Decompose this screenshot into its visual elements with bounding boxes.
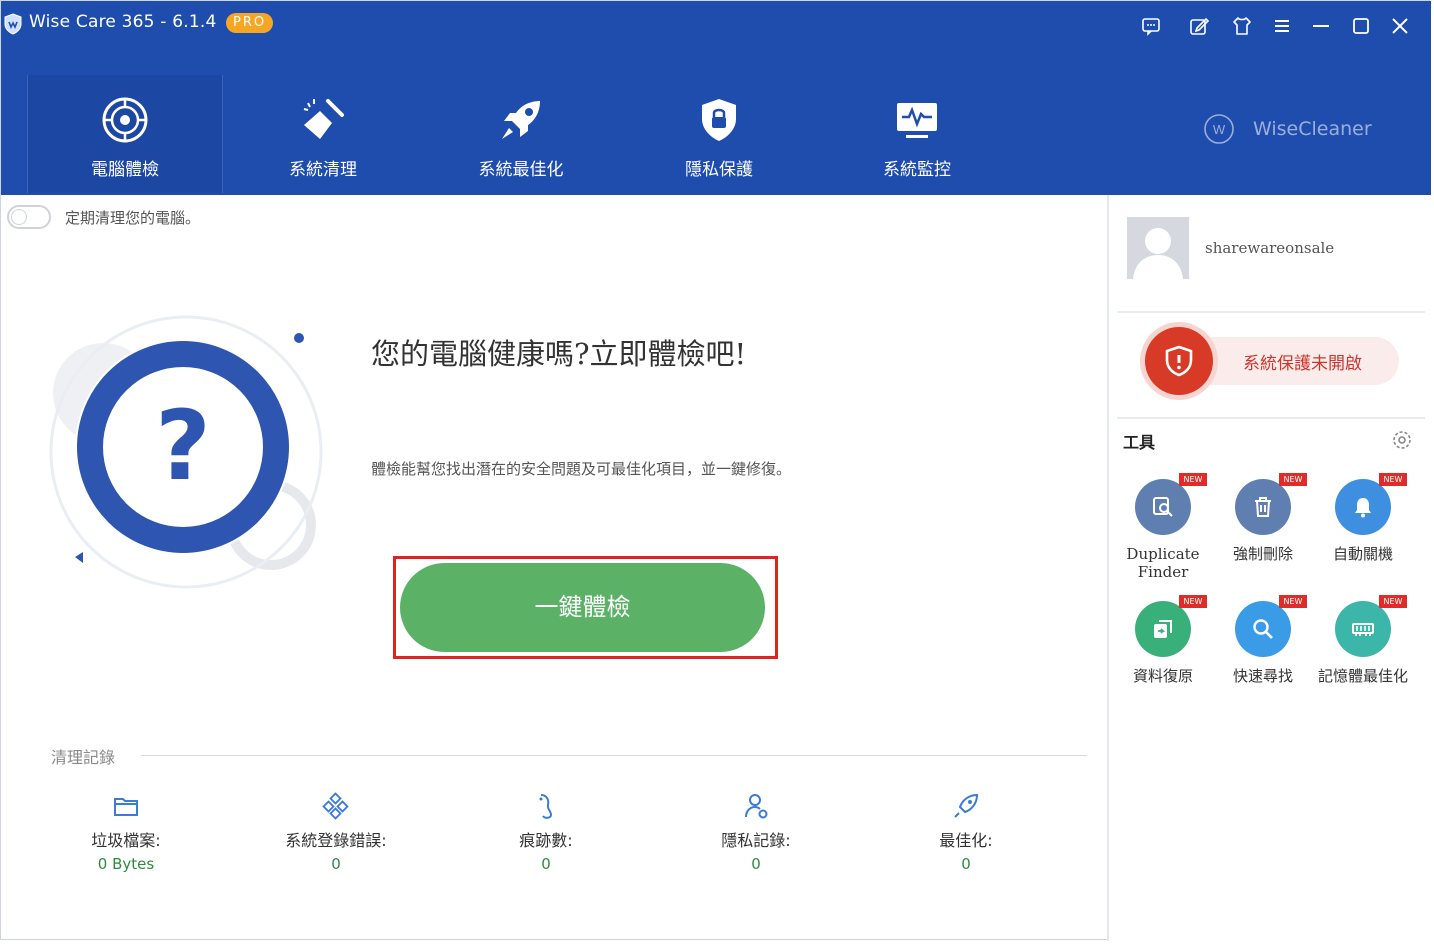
pro-badge: PRO [226, 13, 274, 33]
record-value: 0 Bytes [97, 855, 155, 873]
tab-privacy-protect[interactable]: 隱私保護 [621, 75, 817, 193]
tool-label: 強制刪除 [1232, 545, 1293, 563]
records-title: 清理記錄 [51, 748, 116, 767]
schedule-clean-label: 定期清理您的電腦。 [65, 209, 201, 227]
username[interactable]: sharewareonsale [1205, 239, 1334, 257]
settings-gear-icon[interactable] [1391, 429, 1413, 451]
protection-status-text: 系統保護未開啟 [1243, 354, 1362, 374]
tool-label: 資料復原 [1132, 667, 1193, 685]
new-badge: NEW [1279, 595, 1307, 608]
rocket-icon [502, 101, 540, 139]
record-optimization: 最佳化: 0 [861, 791, 1071, 873]
tab-label: 隱私保護 [685, 160, 753, 180]
trash-icon: NEW [1235, 473, 1307, 535]
shield-lock-icon [702, 99, 736, 141]
header: Wise Care 365 - 6.1.4 PRO 電腦體檢 系統清理 系統最佳… [1, 1, 1431, 195]
menu-icon[interactable] [1269, 13, 1295, 39]
records-divider [141, 755, 1087, 756]
folder-icon [114, 798, 138, 816]
feedback-icon[interactable] [1138, 13, 1164, 39]
record-label: 最佳化: [939, 831, 993, 850]
bell-icon: NEW [1335, 473, 1407, 535]
tool-memory-optimize[interactable]: NEW 記憶體最佳化 [1313, 595, 1413, 685]
tab-system-clean[interactable]: 系統清理 [225, 75, 421, 193]
avatar[interactable] [1127, 217, 1189, 279]
record-value: 0 [751, 855, 761, 873]
record-value: 0 [331, 855, 341, 873]
app-logo-icon [4, 13, 22, 35]
toggle-knob [11, 209, 27, 225]
tool-fast-search[interactable]: NEW 快速尋找 [1213, 595, 1313, 685]
rocket-icon [954, 793, 979, 818]
record-label: 系統登錄錯誤: [285, 831, 387, 850]
record-junk-files: 垃圾檔案: 0 Bytes [21, 791, 231, 873]
new-badge: NEW [1379, 473, 1407, 486]
app-window: Wise Care 365 - 6.1.4 PRO 電腦體檢 系統清理 系統最佳… [0, 0, 1431, 941]
tool-label: 記憶體最佳化 [1317, 667, 1408, 685]
health-question-graphic: ? [49, 315, 323, 589]
panel-divider [1117, 311, 1425, 313]
search-icon: NEW [1235, 595, 1307, 657]
panel-divider [1117, 417, 1425, 419]
tab-label: 系統監控 [883, 160, 951, 180]
tab-system-monitor[interactable]: 系統監控 [819, 75, 1015, 193]
page-headline: 您的電腦健康嗎?立即體檢吧! [371, 337, 747, 371]
svg-text:?: ? [155, 390, 211, 502]
tab-label: 系統最佳化 [478, 160, 564, 180]
schedule-clean-toggle[interactable] [7, 205, 51, 229]
monitor-icon [897, 103, 937, 138]
record-privacy: 隱私記錄: 0 [651, 791, 861, 873]
new-badge: NEW [1279, 473, 1307, 486]
minimize-icon[interactable] [1308, 13, 1334, 39]
svg-text:W: W [1213, 122, 1226, 137]
record-traces: 痕跡數: 0 [441, 791, 651, 873]
tab-label: 電腦體檢 [91, 160, 159, 180]
record-label: 痕跡數: [519, 831, 573, 850]
radar-icon [102, 97, 148, 143]
close-icon[interactable] [1387, 13, 1413, 39]
tool-force-delete[interactable]: NEW 強制刪除 [1213, 473, 1313, 563]
tool-label: Duplicate Finder [1126, 545, 1200, 581]
data-recovery-icon: NEW [1135, 595, 1207, 657]
new-badge: NEW [1379, 595, 1407, 608]
record-registry-errors: 系統登錄錯誤: 0 [231, 791, 441, 873]
tool-auto-shutdown[interactable]: NEW 自動關機 [1313, 473, 1413, 563]
brand-name: WiseCleaner [1253, 118, 1372, 140]
tool-duplicate-finder[interactable]: NEW Duplicate Finder [1113, 473, 1213, 581]
tab-system-optimize[interactable]: 系統最佳化 [423, 75, 619, 193]
record-value: 0 [541, 855, 551, 873]
one-click-checkup-button[interactable]: 一鍵體檢 [400, 563, 765, 652]
new-badge: NEW [1179, 595, 1207, 608]
record-label: 垃圾檔案: [91, 831, 161, 850]
maximize-icon[interactable] [1348, 13, 1374, 39]
skin-icon[interactable] [1229, 13, 1255, 39]
edit-icon[interactable] [1186, 13, 1212, 39]
user-silhouette-icon [1127, 217, 1189, 279]
record-label: 隱私記錄: [721, 831, 791, 850]
registry-icon [322, 792, 349, 820]
protection-shield-icon[interactable] [1145, 327, 1213, 395]
footprint-icon [539, 794, 553, 819]
titlebar: Wise Care 365 - 6.1.4 PRO [1, 1, 1431, 45]
memory-icon: NEW [1335, 595, 1407, 657]
tool-label: 自動關機 [1332, 545, 1393, 563]
user-privacy-icon [745, 794, 768, 819]
page-description: 體檢能幫您找出潛在的安全問題及可最佳化項目，並一鍵修復。 [371, 460, 792, 478]
right-panel: sharewareonsale 系統保護未開啟 工具 NEW Duplicate… [1107, 195, 1431, 941]
record-value: 0 [961, 855, 971, 873]
duplicate-finder-icon: NEW [1135, 473, 1207, 535]
broom-icon [303, 99, 344, 139]
new-badge: NEW [1179, 473, 1207, 486]
wisecleaner-logo-icon: W [1204, 114, 1234, 144]
tools-title: 工具 [1123, 433, 1156, 452]
tool-data-recovery[interactable]: NEW 資料復原 [1113, 595, 1213, 685]
app-title: Wise Care 365 - 6.1.4 [29, 12, 217, 32]
tab-pc-checkup[interactable]: 電腦體檢 [27, 75, 223, 193]
tab-label: 系統清理 [289, 160, 357, 180]
tool-label: 快速尋找 [1232, 667, 1293, 685]
